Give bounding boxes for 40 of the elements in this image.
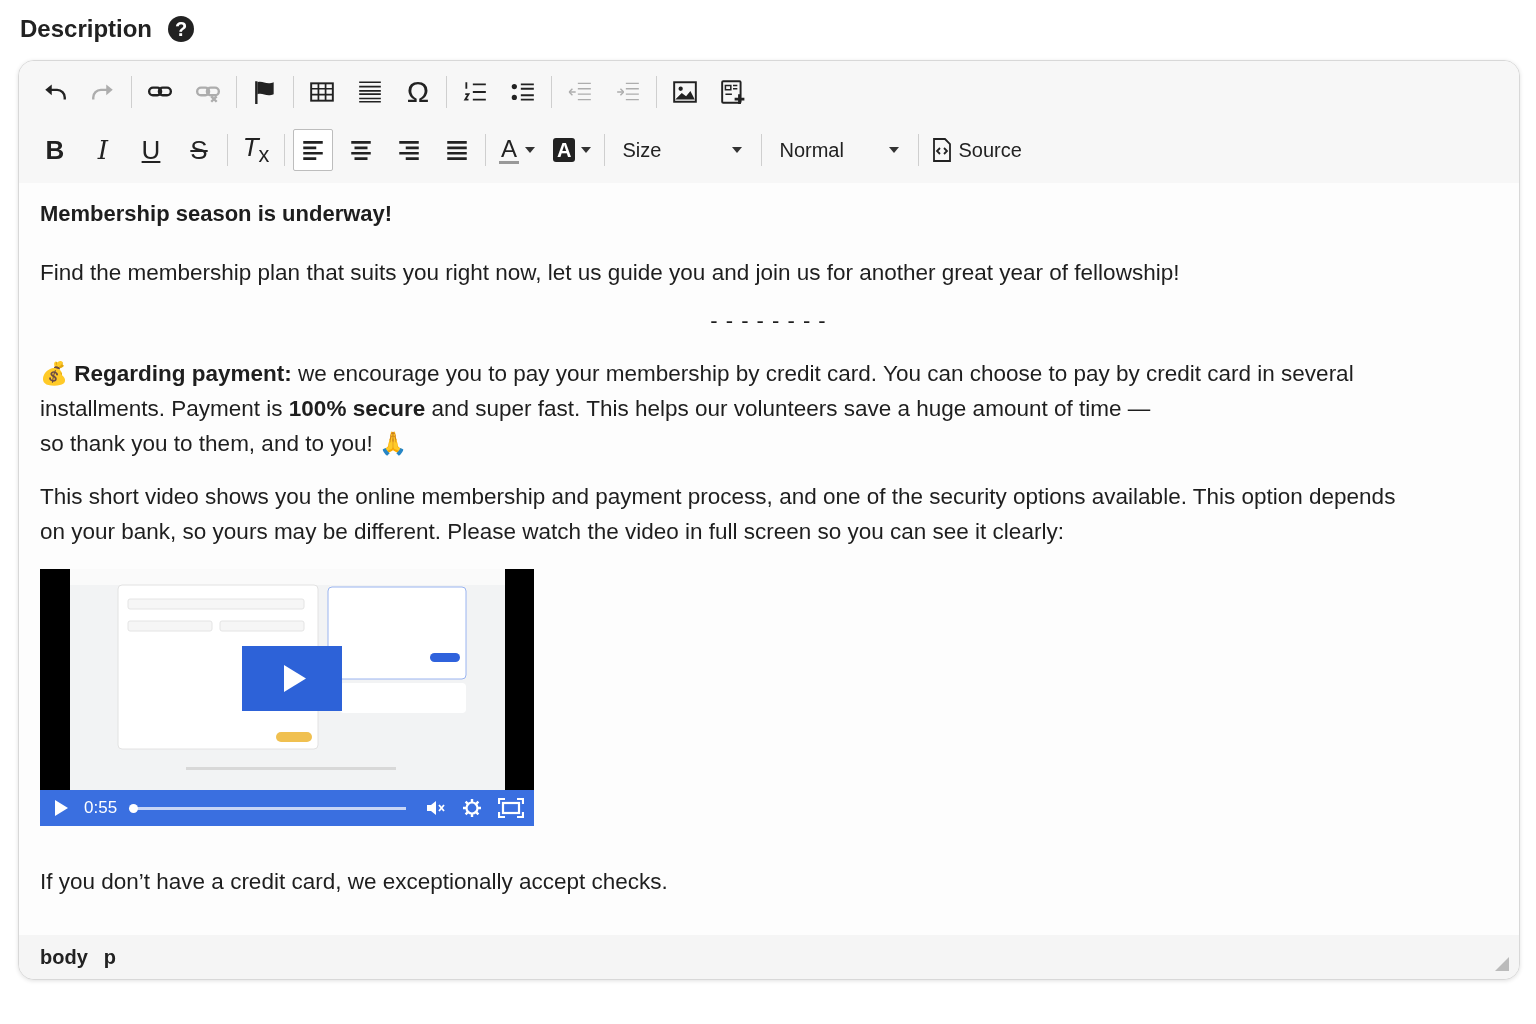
play-icon[interactable] xyxy=(54,800,68,816)
align-left-button[interactable] xyxy=(293,129,333,171)
bold-button[interactable]: B xyxy=(35,129,75,171)
caret-icon xyxy=(581,147,592,153)
section-title: Description xyxy=(20,15,153,43)
image-icon xyxy=(672,79,698,105)
resize-handle-icon[interactable] xyxy=(1495,957,1509,971)
dropdown[interactable]: Normal xyxy=(770,129,911,171)
video-time: 0:55 xyxy=(84,798,118,818)
progress-thumb[interactable] xyxy=(129,803,139,813)
dashed-divider: - - - - - - - - xyxy=(709,308,828,334)
text-color-button[interactable]: A xyxy=(494,129,540,171)
play-button[interactable] xyxy=(242,646,342,711)
fullscreen-icon[interactable] xyxy=(498,798,524,818)
remove-format-button[interactable]: T$_{x}$ xyxy=(236,129,276,171)
paragraph: This short video shows you the online membership and payment process, and one of the security options available. This option depends on your bank, so yours may be different. Please watch the video in full screen so you can see it clearly: xyxy=(40,483,1397,546)
italic-button[interactable]: I xyxy=(83,129,123,171)
caret-icon xyxy=(732,147,743,153)
source-file-icon xyxy=(932,138,953,162)
help-icon[interactable]: ? xyxy=(168,16,195,42)
source-button[interactable]: Source xyxy=(927,129,1027,171)
video-player[interactable]: 0:55 xyxy=(40,569,534,826)
background-color-button[interactable]: A xyxy=(548,129,597,171)
strikethrough-button[interactable]: S xyxy=(179,129,219,171)
paragraph: so thank you to them, and to you! 🙏 xyxy=(40,430,408,458)
paragraph: Find the membership plan that suits you right now, let us guide you and join us for another great year of fellowship! xyxy=(40,259,1181,287)
caret-icon xyxy=(889,147,900,153)
content-heading: Membership season is underway! xyxy=(40,200,394,228)
paragraph: If you don’t have a credit card, we exceptionally accept checks. xyxy=(40,868,669,896)
mute-icon[interactable] xyxy=(426,800,446,816)
horizontal-lines-icon xyxy=(357,79,383,105)
element-path-item[interactable]: p xyxy=(103,945,116,969)
element-path-item[interactable]: body xyxy=(40,945,88,969)
template-icon xyxy=(720,79,746,105)
underline-button[interactable]: U xyxy=(131,129,171,171)
dropdown[interactable]: Size xyxy=(613,129,754,171)
special-character-button[interactable]: Ω xyxy=(398,71,438,113)
caret-icon xyxy=(525,147,535,153)
table-icon xyxy=(309,79,335,105)
settings-icon[interactable] xyxy=(462,798,482,818)
